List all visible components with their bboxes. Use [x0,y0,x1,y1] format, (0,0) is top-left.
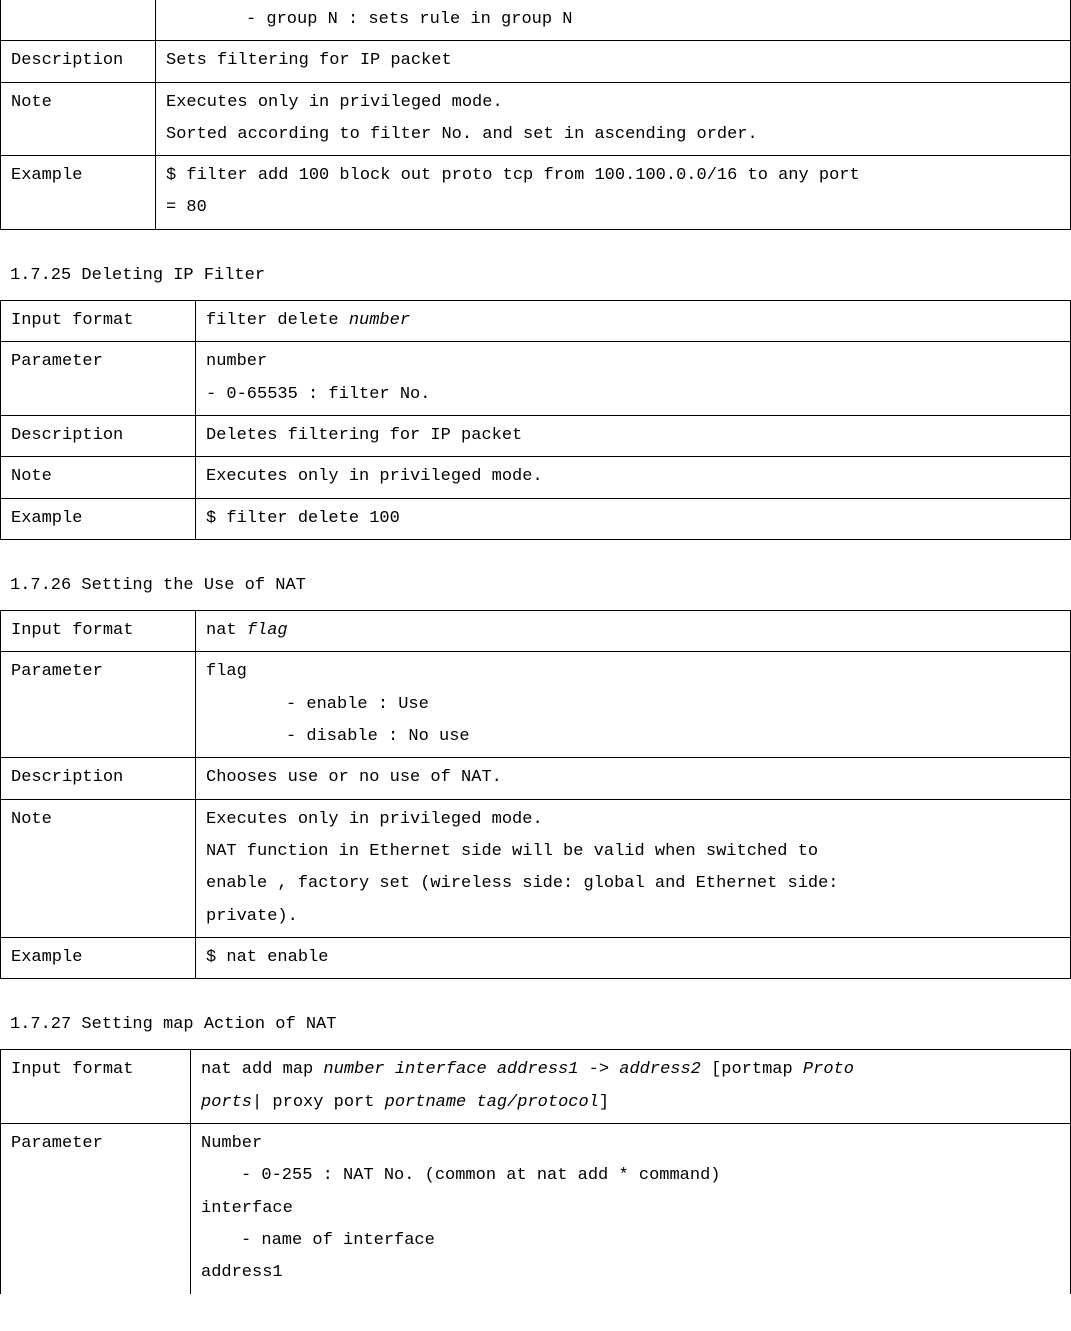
input-format-label: Input format [1,611,196,652]
note-line2: Sorted according to filter No. and set i… [166,119,1060,151]
param-line1: number [206,346,1060,378]
fmt-l1a: nat add map [201,1060,323,1079]
parameter-content: flag - enable : Use - disable : No use [196,652,1071,758]
example-label: Example [1,156,156,230]
example-content: $ filter delete 100 [196,498,1071,539]
group-n-text: - group N : sets rule in group N [166,4,1060,36]
section-1-7-25-title: 1.7.25 Deleting IP Filter [10,260,1071,292]
fmt-text-a: nat [206,621,247,640]
param-line2: - 0-65535 : filter No. [206,379,1060,411]
fmt-text-b: number [349,311,410,330]
section-1-7-26-title: 1.7.26 Setting the Use of NAT [10,570,1071,602]
parameter-label: Parameter [1,1124,191,1294]
param-line2: - 0-255 : NAT No. (common at nat add * c… [201,1160,1060,1192]
example-label: Example [1,937,196,978]
fmt-text-b: flag [247,621,288,640]
note-content: Executes only in privileged mode. NAT fu… [196,799,1071,937]
note-content: Executes only in privileged mode. [196,457,1071,498]
fmt-l2c: portname tag/protocol [385,1093,599,1112]
fmt-l1b: number interface address1 -> address2 [323,1060,711,1079]
note-line1: Executes only in privileged mode. [206,804,1060,836]
example-content: $ nat enable [196,937,1071,978]
fmt-l1d: Proto [803,1060,854,1079]
table-1-7-25: Input format filter delete number Parame… [0,300,1071,540]
fmt-l2a: ports [201,1093,252,1112]
note-line1: Executes only in privileged mode. [166,87,1060,119]
desc-content: Sets filtering for IP packet [156,41,1071,82]
parameter-label: Parameter [1,342,196,416]
desc-label: Description [1,415,196,456]
desc-label: Description [1,758,196,799]
example-line2: = 80 [166,192,1060,224]
input-format-content: nat add map number interface address1 ->… [191,1050,1071,1124]
param-line5: address1 [201,1257,1060,1289]
fmt-line1: nat add map number interface address1 ->… [201,1054,1060,1086]
param-line3: - disable : No use [206,721,1060,753]
note-label: Note [1,799,196,937]
desc-content: Deletes filtering for IP packet [196,415,1071,456]
param-line4: - name of interface [201,1225,1060,1257]
fmt-l1c: [portmap [711,1060,803,1079]
note-line3: enable , factory set (wireless side: glo… [206,868,1060,900]
desc-label: Description [1,41,156,82]
param-line3: interface [201,1193,1060,1225]
input-format-label: Input format [1,1050,191,1124]
parameter-label: Parameter [1,652,196,758]
note-label: Note [1,82,156,156]
fmt-line2: ports| proxy port portname tag/protocol] [201,1087,1060,1119]
param-line1: Number [201,1128,1060,1160]
input-format-label: Input format [1,301,196,342]
parameter-content: number - 0-65535 : filter No. [196,342,1071,416]
example-line1: $ filter add 100 block out proto tcp fro… [166,160,1060,192]
fmt-l2d: ] [599,1093,609,1112]
group-n-cell: - group N : sets rule in group N [156,0,1071,41]
fmt-text-a: filter delete [206,311,349,330]
input-format-content: nat flag [196,611,1071,652]
example-label: Example [1,498,196,539]
note-content: Executes only in privileged mode. Sorted… [156,82,1071,156]
section-1-7-27-title: 1.7.27 Setting map Action of NAT [10,1009,1071,1041]
note-label: Note [1,457,196,498]
empty-cell [1,0,156,41]
table-1-7-26: Input format nat flag Parameter flag - e… [0,610,1071,979]
parameter-content: Number - 0-255 : NAT No. (common at nat … [191,1124,1071,1294]
table-1-7-27: Input format nat add map number interfac… [0,1049,1071,1293]
note-line4: private). [206,901,1060,933]
param-line2: - enable : Use [206,689,1060,721]
param-line1: flag [206,656,1060,688]
note-line2: NAT function in Ethernet side will be va… [206,836,1060,868]
example-content: $ filter add 100 block out proto tcp fro… [156,156,1071,230]
desc-content: Chooses use or no use of NAT. [196,758,1071,799]
table-continuation: - group N : sets rule in group N Descrip… [0,0,1071,230]
fmt-l2b: | proxy port [252,1093,385,1112]
input-format-content: filter delete number [196,301,1071,342]
